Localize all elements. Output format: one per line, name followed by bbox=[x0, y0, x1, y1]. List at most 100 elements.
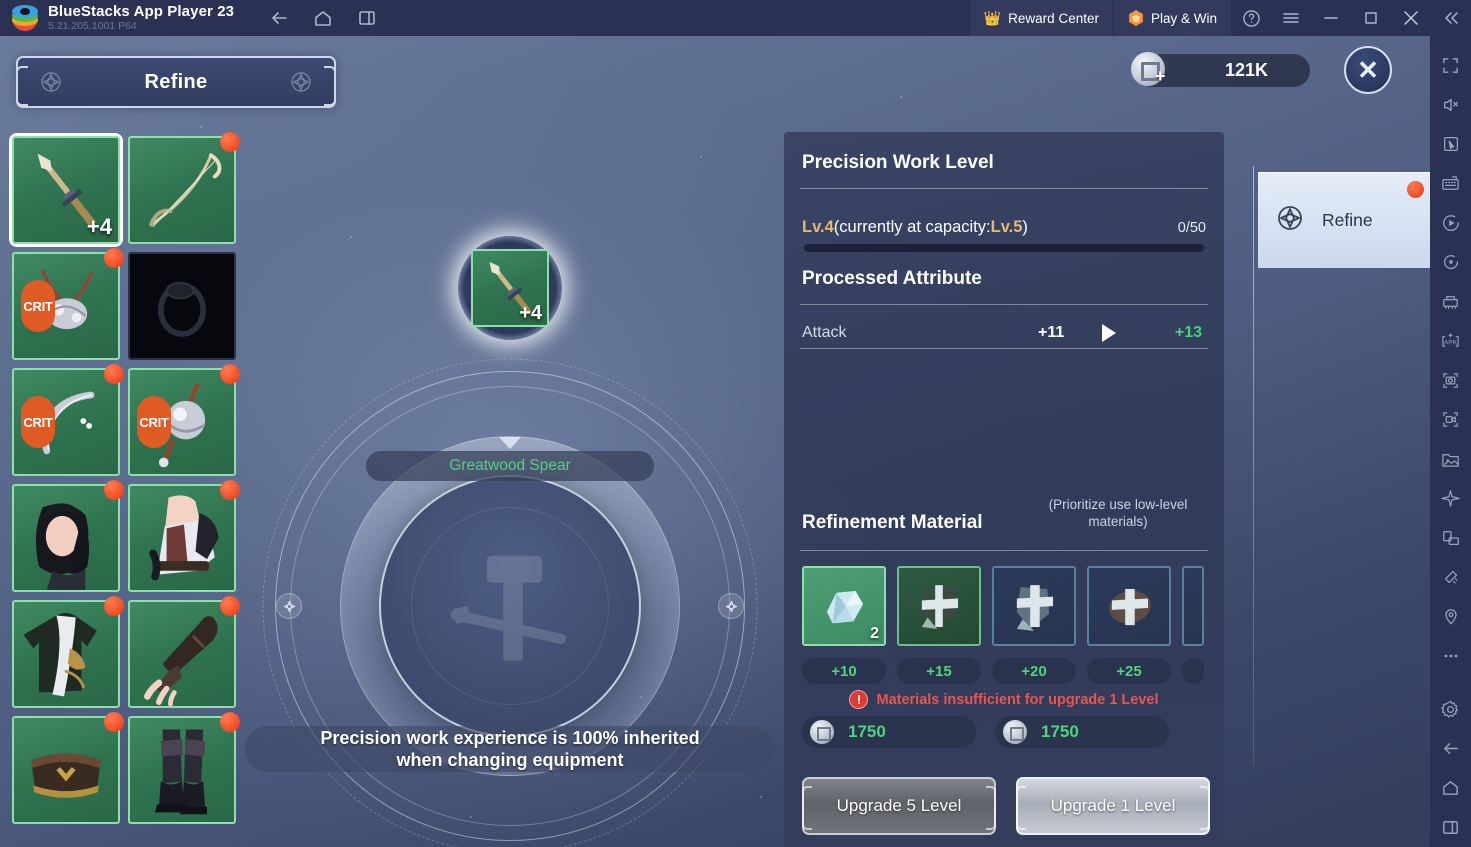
processed-attribute-title: Processed Attribute bbox=[802, 268, 982, 289]
inventory-slot-greatwood-spear[interactable]: +4 bbox=[12, 136, 120, 244]
settings-icon[interactable] bbox=[1430, 690, 1471, 729]
location-icon[interactable] bbox=[1430, 597, 1471, 636]
inventory-slot-empty-ring[interactable] bbox=[128, 252, 236, 360]
hammer-anvil-icon bbox=[435, 531, 585, 681]
coin-icon bbox=[1003, 720, 1027, 744]
app-version: 5.21.205.1001 P64 bbox=[48, 20, 137, 32]
home-icon[interactable] bbox=[1430, 768, 1471, 807]
material-slot-stone-ore-a[interactable] bbox=[897, 566, 981, 646]
capacity-suffix: ) bbox=[1022, 218, 1028, 236]
material-slot-stone-ore-d[interactable] bbox=[1182, 566, 1204, 646]
play-and-win-button[interactable]: Play & Win bbox=[1112, 0, 1231, 36]
material-slot-crystal-shard[interactable]: 2 bbox=[802, 566, 886, 646]
inventory-slot-crit-necklace[interactable]: CRIT bbox=[12, 248, 124, 360]
capacity-level: Lv.5 bbox=[990, 218, 1023, 236]
attribute-row: Attack +11 +13 bbox=[802, 318, 1206, 348]
currency-amount: 121K bbox=[1224, 60, 1268, 80]
divider bbox=[800, 550, 1208, 551]
inventory-slot-crit-bracelet[interactable]: CRIT bbox=[12, 364, 124, 476]
home-icon[interactable] bbox=[312, 7, 334, 29]
collapse-sidebar-icon[interactable] bbox=[1431, 0, 1471, 36]
material-value-list: +10 +15 +20 +25 bbox=[802, 658, 1204, 684]
menu-icon[interactable] bbox=[1271, 0, 1311, 36]
cursor-icon[interactable] bbox=[1430, 125, 1471, 164]
more-icon[interactable] bbox=[1430, 636, 1471, 675]
material-value: +15 bbox=[897, 658, 981, 684]
diamond-ornament-icon bbox=[40, 71, 62, 93]
bow-icon bbox=[130, 138, 234, 242]
back-icon[interactable] bbox=[268, 7, 290, 29]
maximize-icon[interactable] bbox=[1351, 0, 1391, 36]
new-item-badge bbox=[104, 248, 124, 268]
material-value: +10 bbox=[802, 658, 886, 684]
sync-operations-icon[interactable] bbox=[1430, 243, 1471, 282]
equipment-inventory-grid: +4 CRIT CRIT CRIT bbox=[12, 132, 240, 824]
material-value: +25 bbox=[1087, 658, 1171, 684]
inventory-slot-crit-ornament[interactable]: CRIT bbox=[128, 364, 240, 476]
refine-detail-panel: Precision Work Level Lv.4 (currently at … bbox=[784, 132, 1224, 847]
bluestacks-titlebar: BlueStacks App Player 23 5.21.205.1001 P… bbox=[0, 0, 1471, 36]
stone-ore-icon bbox=[994, 568, 1074, 644]
new-item-badge bbox=[220, 480, 240, 500]
add-currency-icon[interactable]: + bbox=[1155, 66, 1166, 87]
precision-level-line: Lv.4 (currently at capacity: Lv.5 ) 0/50 bbox=[802, 218, 1206, 237]
multi-instance-manager-icon[interactable] bbox=[1430, 282, 1471, 321]
cost-amount: 1750 bbox=[1041, 722, 1079, 741]
inventory-slot-bow[interactable] bbox=[128, 132, 240, 244]
svg-text:APK: APK bbox=[1444, 339, 1458, 346]
material-priority-note: (Prioritize use low-level materials) bbox=[1048, 497, 1188, 529]
fullscreen-icon[interactable] bbox=[1430, 46, 1471, 85]
side-tab-label: Refine bbox=[1322, 210, 1373, 230]
inventory-slot-headwear[interactable] bbox=[12, 480, 124, 592]
material-count: 2 bbox=[870, 625, 879, 642]
close-icon[interactable] bbox=[1391, 0, 1431, 36]
reward-center-button[interactable]: 👑 Reward Center bbox=[968, 0, 1113, 36]
selected-item-display[interactable]: +4 bbox=[458, 236, 562, 340]
hex-badge-icon bbox=[1129, 10, 1143, 26]
media-manager-icon[interactable] bbox=[1430, 440, 1471, 479]
inventory-slot-gloves[interactable] bbox=[128, 596, 240, 708]
inheritance-hint: Precision work experience is 100% inheri… bbox=[245, 726, 775, 772]
upgrade-1-level-button[interactable]: Upgrade 1 Level bbox=[1016, 777, 1210, 835]
inventory-slot-belt[interactable] bbox=[12, 712, 124, 824]
material-slot-stone-ore-b[interactable] bbox=[992, 566, 1076, 646]
material-slot-stone-ore-c[interactable] bbox=[1087, 566, 1171, 646]
rotate-screen-icon[interactable] bbox=[1430, 518, 1471, 557]
upgrade-5-level-label: Upgrade 5 Level bbox=[836, 796, 962, 815]
refine-header-tab[interactable]: Refine bbox=[16, 56, 336, 108]
cost-item: 1750 bbox=[802, 716, 976, 748]
screenshot-icon[interactable] bbox=[1430, 361, 1471, 400]
close-panel-button[interactable]: ✕ bbox=[1344, 46, 1392, 94]
enhance-level: +4 bbox=[86, 214, 112, 239]
help-icon[interactable] bbox=[1231, 0, 1271, 36]
new-item-badge bbox=[104, 480, 124, 500]
play-and-win-label: Play & Win bbox=[1150, 10, 1217, 26]
new-item-badge bbox=[104, 596, 124, 616]
upgrade-5-level-button[interactable]: Upgrade 5 Level bbox=[802, 777, 996, 835]
new-badge bbox=[1407, 181, 1424, 198]
multi-instance-icon[interactable] bbox=[356, 7, 378, 29]
inventory-slot-shoulder[interactable] bbox=[128, 480, 240, 592]
ring-node-left-icon bbox=[276, 593, 302, 619]
back-icon[interactable] bbox=[1430, 729, 1471, 768]
macro-record-icon[interactable] bbox=[1430, 203, 1471, 242]
shake-icon[interactable] bbox=[1430, 558, 1471, 597]
arrow-right-icon bbox=[1102, 324, 1116, 342]
side-tab-refine[interactable]: Refine bbox=[1258, 172, 1430, 268]
new-item-badge bbox=[220, 712, 240, 732]
recents-icon[interactable] bbox=[1430, 808, 1471, 847]
inventory-slot-chest-robe[interactable] bbox=[12, 596, 124, 708]
mute-icon[interactable] bbox=[1430, 85, 1471, 124]
airplane-icon[interactable] bbox=[1430, 479, 1471, 518]
enhance-level: +4 bbox=[519, 302, 542, 324]
currency-display[interactable]: + 121K bbox=[1131, 52, 1310, 87]
exp-fraction: 0/50 bbox=[1177, 220, 1206, 236]
exclamation-icon: ! bbox=[849, 690, 869, 709]
titlebar-nav bbox=[268, 7, 378, 29]
install-apk-icon[interactable]: APK bbox=[1430, 322, 1471, 361]
screen-record-icon[interactable] bbox=[1430, 400, 1471, 439]
minimize-icon[interactable] bbox=[1311, 0, 1351, 36]
keymapping-icon[interactable] bbox=[1430, 164, 1471, 203]
inventory-slot-boots[interactable] bbox=[128, 712, 240, 824]
glove-icon bbox=[130, 602, 234, 706]
